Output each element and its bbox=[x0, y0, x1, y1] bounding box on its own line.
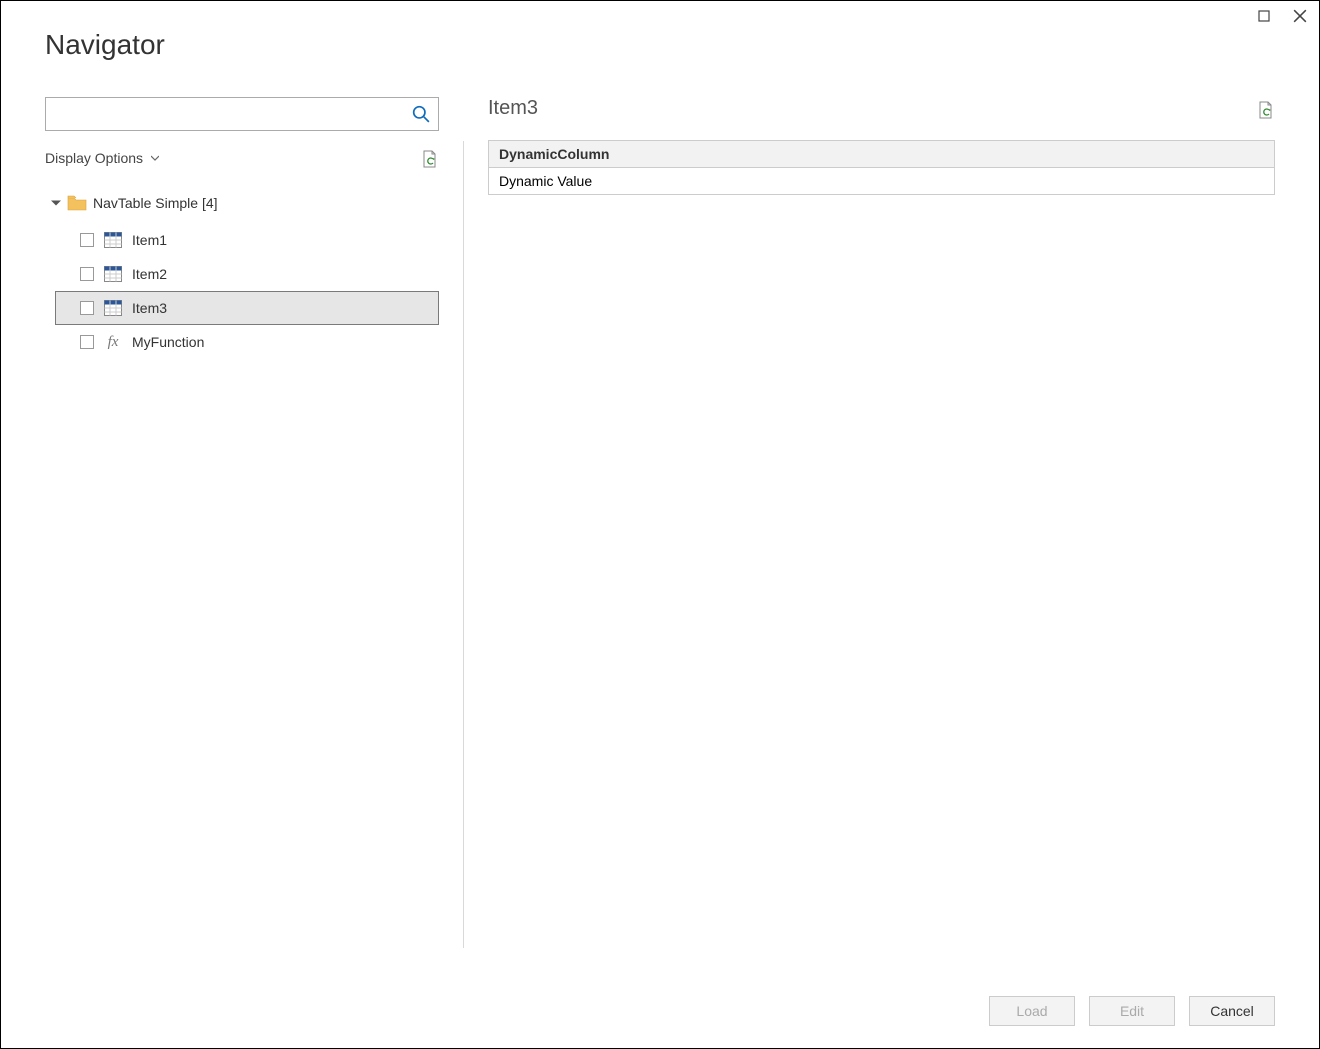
preview-refresh-button[interactable] bbox=[1257, 100, 1275, 118]
navigator-pane: Display Options NavTable Simple [4] bbox=[45, 97, 463, 948]
refresh-icon bbox=[421, 149, 437, 169]
preview-cell: Dynamic Value bbox=[489, 168, 1275, 195]
footer: Load Edit Cancel bbox=[989, 996, 1275, 1026]
checkbox[interactable] bbox=[80, 267, 94, 281]
display-options-label: Display Options bbox=[45, 150, 143, 166]
preview-header: Item3 bbox=[488, 97, 1275, 120]
preview-title: Item3 bbox=[488, 97, 538, 120]
checkbox[interactable] bbox=[80, 233, 94, 247]
window-title: Navigator bbox=[45, 29, 165, 61]
collapse-icon bbox=[51, 198, 61, 208]
tree-root-node[interactable]: NavTable Simple [4] bbox=[45, 189, 439, 217]
close-icon bbox=[1293, 9, 1307, 23]
tree-children: Item1 Item2 Item3 fx MyFunction bbox=[45, 223, 439, 359]
tree-root-label: NavTable Simple [4] bbox=[93, 195, 218, 211]
table-icon bbox=[104, 266, 122, 282]
tree-item-label: Item3 bbox=[132, 300, 167, 316]
search-input[interactable] bbox=[54, 106, 412, 122]
refresh-icon bbox=[1257, 100, 1273, 120]
display-options-dropdown[interactable]: Display Options bbox=[45, 150, 159, 166]
table-icon bbox=[104, 300, 122, 316]
checkbox[interactable] bbox=[80, 335, 94, 349]
tree-item-item1[interactable]: Item1 bbox=[45, 223, 439, 257]
content-area: Display Options NavTable Simple [4] bbox=[45, 97, 1275, 948]
navigator-tree: NavTable Simple [4] Item1 Item2 Item3 bbox=[45, 189, 439, 359]
maximize-icon bbox=[1258, 10, 1270, 22]
table-row[interactable]: Dynamic Value bbox=[489, 168, 1275, 195]
cancel-button[interactable]: Cancel bbox=[1189, 996, 1275, 1026]
tree-item-label: Item2 bbox=[132, 266, 167, 282]
tree-item-myfunction[interactable]: fx MyFunction bbox=[45, 325, 439, 359]
chevron-down-icon bbox=[151, 154, 159, 162]
checkbox[interactable] bbox=[80, 301, 94, 315]
edit-button[interactable]: Edit bbox=[1089, 996, 1175, 1026]
refresh-button[interactable] bbox=[421, 149, 439, 167]
tree-item-label: MyFunction bbox=[132, 334, 204, 350]
folder-icon bbox=[67, 195, 87, 211]
tree-item-item2[interactable]: Item2 bbox=[45, 257, 439, 291]
close-button[interactable] bbox=[1291, 7, 1309, 25]
titlebar-controls bbox=[1255, 7, 1309, 25]
tree-item-label: Item1 bbox=[132, 232, 167, 248]
tree-item-item3[interactable]: Item3 bbox=[55, 291, 439, 325]
search-icon bbox=[412, 105, 430, 123]
options-row: Display Options bbox=[45, 149, 439, 167]
function-icon: fx bbox=[104, 334, 122, 351]
preview-column-header[interactable]: DynamicColumn bbox=[489, 141, 1275, 168]
preview-table: DynamicColumn Dynamic Value bbox=[488, 140, 1275, 195]
load-button[interactable]: Load bbox=[989, 996, 1075, 1026]
preview-pane: Item3 DynamicColumn Dynamic Value bbox=[464, 97, 1275, 948]
table-icon bbox=[104, 232, 122, 248]
maximize-button[interactable] bbox=[1255, 7, 1273, 25]
search-box[interactable] bbox=[45, 97, 439, 131]
